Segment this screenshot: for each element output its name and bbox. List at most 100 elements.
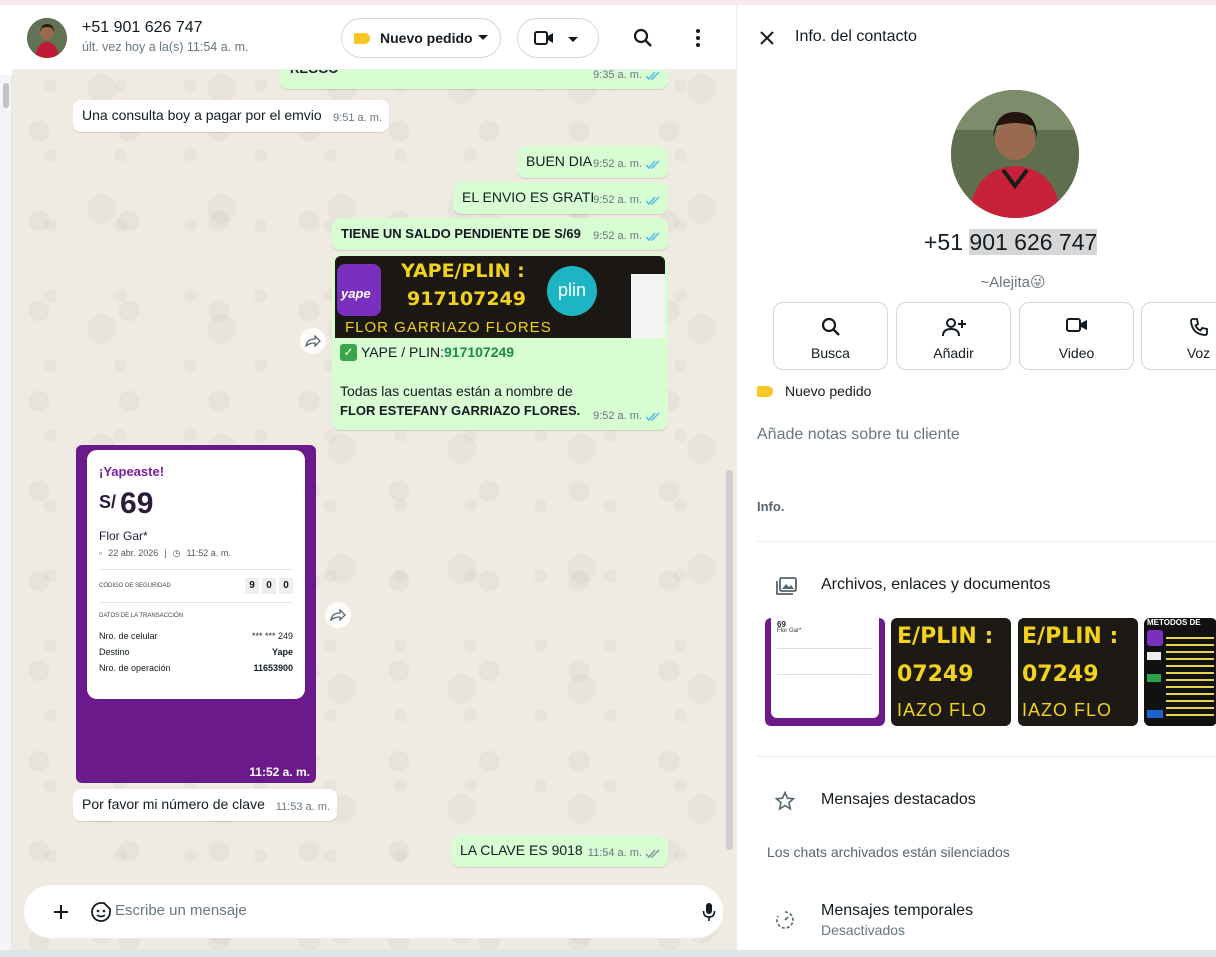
thumb-text-lines <box>1166 632 1214 718</box>
notes-input[interactable]: Añade notas sobre tu cliente <box>757 426 960 444</box>
message-meta: 11:54 a. m. <box>588 844 661 863</box>
receipt-time: 11:52 a. m. <box>186 548 231 558</box>
add-contact-action-button[interactable]: Añadir <box>896 302 1011 370</box>
starred-messages-label: Mensajes destacados <box>821 791 976 808</box>
search-icon <box>821 317 840 336</box>
tx-value: *** *** 249 <box>251 631 293 641</box>
outgoing-message[interactable]: BUEN DIA 9:52 a. m. <box>517 146 668 178</box>
search-chat-button[interactable] <box>627 22 659 54</box>
voice-call-action-button[interactable]: Voz <box>1141 302 1216 370</box>
contact-info-panel: Info. del contacto +51 901 626 747 ~Alej… <box>736 5 1216 950</box>
phone-prefix: +51 <box>924 229 970 255</box>
payment-methods-image[interactable]: yape YAPE/PLIN : 917107249 plin FLOR GAR… <box>335 256 665 338</box>
temporary-messages-status: Desactivados <box>821 922 906 938</box>
message-meta: 9:52 a. m. <box>593 407 661 426</box>
image-number: 917107249 <box>407 288 526 310</box>
caption-line-1: ✓ YAPE / PLIN: 917107249 <box>340 343 514 362</box>
message-meta: 9:51 a. m. <box>333 109 382 128</box>
plus-icon <box>54 905 68 919</box>
calendar-icon: ▫ <box>99 548 103 558</box>
media-thumbnail[interactable]: 69 Flor Gar* <box>765 618 885 726</box>
microphone-icon <box>702 903 716 921</box>
media-thumbnail[interactable]: METODOS DE <box>1144 618 1216 726</box>
outgoing-image-message[interactable]: yape YAPE/PLIN : 917107249 plin FLOR GAR… <box>332 254 668 430</box>
read-ticks-icon <box>645 195 660 205</box>
outgoing-message[interactable]: LA CLAVE ES 9018 11:54 a. m. <box>451 835 668 867</box>
forward-button[interactable] <box>300 328 326 354</box>
read-ticks-icon <box>645 70 660 80</box>
contact-profile-photo[interactable] <box>951 90 1079 218</box>
video-call-dropdown-button[interactable] <box>517 18 599 58</box>
message-time: 11:52 a. m. <box>249 765 310 779</box>
media-gallery-icon <box>776 577 797 595</box>
kebab-menu-icon <box>696 29 700 47</box>
chat-header[interactable]: +51 901 626 747 últ. vez hoy a la(s) 11:… <box>12 5 736 70</box>
outgoing-message[interactable]: TIENE UN SALDO PENDIENTE DE S/69 9:52 a.… <box>332 218 668 250</box>
image-name: FLOR GARRIAZO FLORES <box>345 319 552 336</box>
caption-number-link[interactable]: 917107249 <box>444 343 514 362</box>
page-scrollbar-thumb[interactable] <box>3 83 9 108</box>
yape-logo: yape <box>337 264 381 316</box>
incoming-message[interactable]: Por favor mi número de clave 11:53 a. m. <box>73 789 337 821</box>
label-dropdown-button[interactable]: Nuevo pedido <box>341 18 501 58</box>
info-section-header: Info. <box>757 499 785 514</box>
label-tag-icon <box>757 385 773 397</box>
search-action-button[interactable]: Busca <box>773 302 888 370</box>
caption-line-3: FLOR ESTEFANY GARRIAZO FLORES. <box>340 403 581 418</box>
contact-phone[interactable]: +51 901 626 747 <box>924 229 1098 256</box>
forward-arrow-icon <box>305 335 321 347</box>
contact-name[interactable]: +51 901 626 747 <box>82 19 203 37</box>
page-scrollbar[interactable] <box>0 75 12 950</box>
side-flyer <box>631 274 665 338</box>
chat-scrollbar-thumb[interactable] <box>726 470 733 850</box>
incoming-message[interactable]: Una consulta boy a pagar por el emvio 9:… <box>73 100 389 132</box>
message-text: EL ENVIO ES GRATI <box>462 189 595 205</box>
receipt-divider <box>99 569 293 570</box>
receipt-name: Flor Gar* <box>99 529 148 543</box>
receipt-amount: 69 <box>120 487 154 520</box>
emoji-sticker-button[interactable] <box>85 896 117 928</box>
temporary-messages-row[interactable]: Mensajes temporales Desactivados <box>757 888 1216 948</box>
message-meta: 9:52 a. m. <box>593 191 661 210</box>
add-person-icon <box>941 318 966 337</box>
contact-avatar[interactable] <box>27 18 67 58</box>
voice-record-button[interactable] <box>693 896 725 928</box>
media-thumbnail[interactable]: E/PLIN : 07249 IAZO FLO <box>891 618 1011 726</box>
chat-menu-button[interactable] <box>682 22 714 54</box>
media-links-docs-row[interactable]: Archivos, enlaces y documentos <box>757 562 1216 612</box>
message-text: LA CLAVE ES 9018 <box>460 842 583 858</box>
starred-messages-row[interactable]: Mensajes destacados <box>757 777 1216 827</box>
video-camera-icon <box>534 31 553 45</box>
search-icon <box>633 28 652 47</box>
message-text: Por favor mi número de clave <box>82 796 265 812</box>
plin-logo: plin <box>547 266 597 316</box>
receipt-date: 22 abr. 2026 <box>108 548 159 558</box>
action-label: Video <box>1058 345 1095 361</box>
message-meta: 9:52 a. m. <box>593 155 661 174</box>
close-info-button[interactable] <box>751 22 783 54</box>
video-call-action-button[interactable]: Video <box>1019 302 1134 370</box>
thumb-text: E/PLIN : <box>897 624 994 649</box>
yape-receipt-card: ¡Yapeaste! S/ 69 Flor Gar* ▫ 22 abr. 2026… <box>87 450 305 699</box>
thumb-logo <box>1147 710 1163 718</box>
incoming-image-message[interactable]: ¡Yapeaste! S/ 69 Flor Gar* ▫ 22 abr. 2026… <box>76 445 316 783</box>
forward-button[interactable] <box>325 602 351 628</box>
attach-button[interactable] <box>45 896 77 928</box>
thumb-receipt: 69 Flor Gar* <box>771 618 879 718</box>
outgoing-message[interactable]: EL ENVIO ES GRATI 9:52 a. m. <box>453 182 668 214</box>
message-meta: 11:53 a. m. <box>276 798 330 817</box>
tx-label: Nro. de operación <box>99 663 171 673</box>
contact-label-text: Nuevo pedido <box>785 383 872 399</box>
archived-chats-note: Los chats archivados están silenciados <box>767 844 1010 860</box>
sticker-icon <box>91 902 111 922</box>
tx-header: DATOS DE LA TRANSACCIÓN <box>99 613 184 619</box>
action-label: Busca <box>811 345 850 361</box>
message-input[interactable]: Escribe un mensaje <box>115 902 247 919</box>
receipt-amount-row: S/ 69 <box>99 487 293 521</box>
read-ticks-icon <box>645 231 660 241</box>
close-icon <box>760 31 774 45</box>
thumb-text: IAZO FLO <box>897 700 988 720</box>
contact-label[interactable]: Nuevo pedido <box>757 383 871 399</box>
thumb-text: IAZO FLO <box>1022 700 1113 720</box>
media-thumbnail[interactable]: E/PLIN : 07249 IAZO FLO <box>1018 618 1138 726</box>
